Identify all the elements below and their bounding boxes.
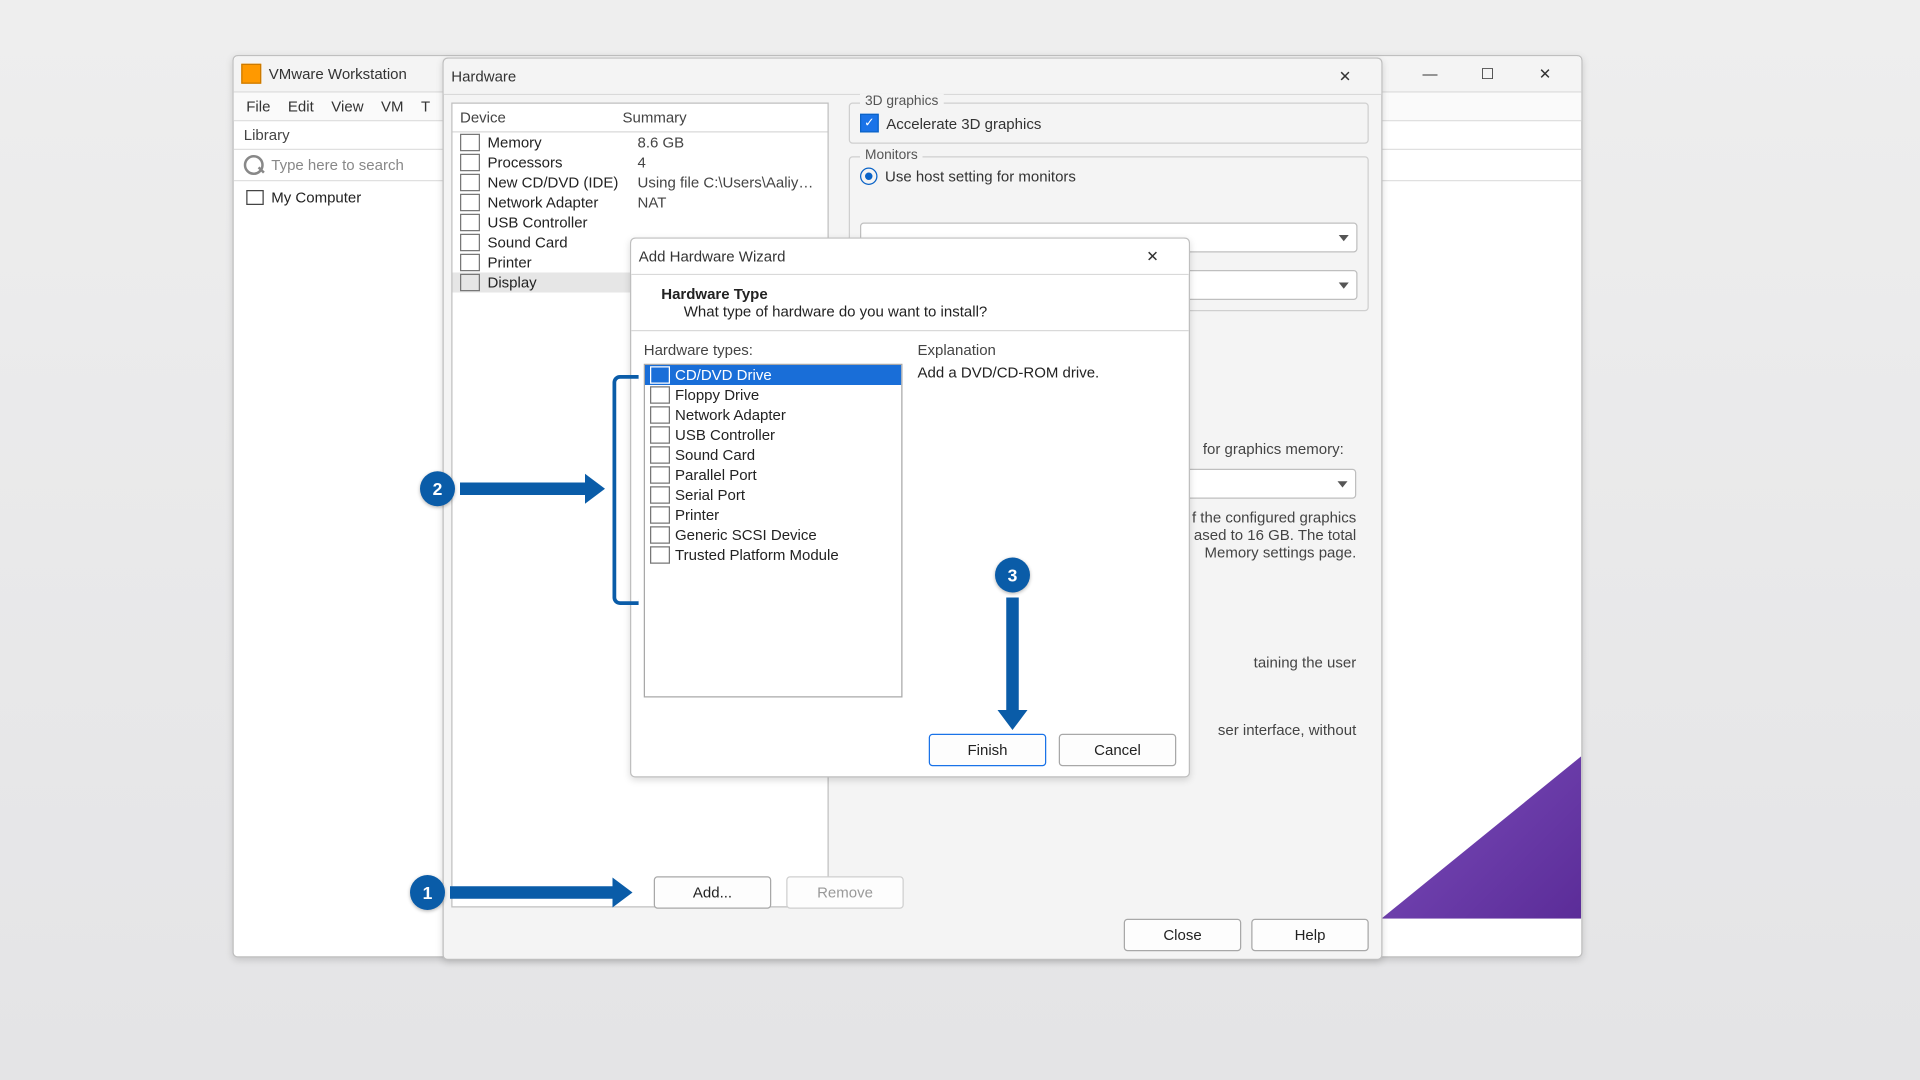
hw-type-icon — [650, 486, 670, 504]
hardware-type-item[interactable]: Printer — [645, 505, 901, 525]
device-row[interactable]: USB Controller — [453, 213, 828, 233]
device-list-header: Device Summary — [453, 104, 828, 133]
radio-icon — [860, 168, 878, 186]
hardware-type-item[interactable]: Sound Card — [645, 445, 901, 465]
hw-type-icon — [650, 546, 670, 564]
finish-button[interactable]: Finish — [929, 734, 1047, 767]
hardware-type-item[interactable]: CD/DVD Drive — [645, 365, 901, 385]
wizard-header: Hardware Type What type of hardware do y… — [631, 275, 1189, 331]
remove-button[interactable]: Remove — [786, 876, 904, 909]
vmware-icon — [241, 64, 261, 84]
vmware-title: VMware Workstation — [269, 65, 407, 83]
explanation-text: Add a DVD/CD-ROM drive. — [918, 364, 1177, 382]
callout-3: 3 — [995, 558, 1030, 593]
add-button[interactable]: Add... — [654, 876, 772, 909]
device-row[interactable]: Memory8.6 GB — [453, 133, 828, 153]
hw-type-icon — [650, 426, 670, 444]
hardware-type-item[interactable]: Generic SCSI Device — [645, 525, 901, 545]
wizard-close-icon[interactable]: ✕ — [1124, 239, 1182, 274]
help-button[interactable]: Help — [1251, 919, 1369, 952]
hw-type-icon — [650, 506, 670, 524]
wizard-title: Add Hardware Wizard — [639, 248, 786, 266]
menu-view[interactable]: View — [331, 98, 363, 116]
chevron-down-icon — [1339, 234, 1349, 240]
checkbox-accelerate-3d[interactable]: ✓ Accelerate 3D graphics — [860, 114, 1358, 133]
menu-trunc[interactable]: T — [421, 98, 430, 116]
device-icon — [460, 134, 480, 152]
close-button[interactable]: Close — [1124, 919, 1242, 952]
hw-type-icon — [650, 466, 670, 484]
hardware-close-icon[interactable]: ✕ — [1316, 59, 1374, 94]
hardware-titlebar: Hardware ✕ — [444, 59, 1382, 95]
note-fragment-2: ased to 16 GB. The total — [1194, 526, 1356, 544]
computer-icon — [246, 190, 264, 205]
device-icon — [460, 194, 480, 212]
bracket-2 — [613, 375, 639, 605]
note-fragment-3: Memory settings page. — [1205, 544, 1357, 562]
note-fragment-5: ser interface, without — [1218, 721, 1356, 739]
radio-use-host-monitors[interactable]: Use host setting for monitors — [860, 168, 1358, 186]
menu-edit[interactable]: Edit — [288, 98, 314, 116]
callout-2: 2 — [420, 471, 455, 506]
note-fragment-1: f the configured graphics — [1192, 509, 1356, 527]
device-icon — [460, 234, 480, 252]
device-row[interactable]: Network AdapterNAT — [453, 193, 828, 213]
hw-type-icon — [650, 366, 670, 384]
search-placeholder: Type here to search — [271, 156, 404, 174]
callout-1: 1 — [410, 875, 445, 910]
hardware-types-list[interactable]: CD/DVD DriveFloppy DriveNetwork AdapterU… — [644, 364, 903, 698]
minimize-button[interactable]: ― — [1401, 56, 1459, 91]
note-fragment-4: taining the user — [1254, 654, 1357, 672]
combo-graphics-memory[interactable] — [1176, 469, 1356, 499]
device-icon — [460, 214, 480, 232]
hardware-type-item[interactable]: USB Controller — [645, 425, 901, 445]
checkbox-icon: ✓ — [860, 114, 879, 133]
cancel-button[interactable]: Cancel — [1059, 734, 1177, 767]
hardware-type-item[interactable]: Floppy Drive — [645, 385, 901, 405]
hardware-title: Hardware — [451, 68, 516, 86]
close-button[interactable]: ✕ — [1516, 56, 1574, 91]
device-row[interactable]: New CD/DVD (IDE)Using file C:\Users\Aali… — [453, 173, 828, 193]
label-graphics-memory: for graphics memory: — [1203, 440, 1344, 458]
arrow-1 — [450, 886, 613, 899]
group-3d-graphics: 3D graphics ✓ Accelerate 3D graphics — [849, 103, 1369, 144]
hw-type-icon — [650, 526, 670, 544]
menu-file[interactable]: File — [246, 98, 270, 116]
chevron-down-icon — [1338, 481, 1348, 487]
device-icon — [460, 154, 480, 172]
arrow-3 — [1006, 598, 1019, 711]
explanation-label: Explanation — [918, 341, 1177, 359]
hardware-type-item[interactable]: Parallel Port — [645, 465, 901, 485]
wizard-titlebar: Add Hardware Wizard ✕ — [631, 239, 1189, 275]
hardware-type-item[interactable]: Serial Port — [645, 485, 901, 505]
add-hardware-wizard: Add Hardware Wizard ✕ Hardware Type What… — [630, 238, 1190, 778]
arrow-2 — [460, 483, 585, 496]
chevron-down-icon — [1339, 282, 1349, 288]
search-icon — [244, 155, 264, 175]
hw-type-icon — [650, 406, 670, 424]
device-icon — [460, 254, 480, 272]
hw-type-icon — [650, 446, 670, 464]
hardware-type-item[interactable]: Trusted Platform Module — [645, 545, 901, 565]
menu-vm[interactable]: VM — [381, 98, 404, 116]
maximize-button[interactable]: ☐ — [1459, 56, 1517, 91]
hardware-types-label: Hardware types: — [644, 341, 903, 359]
brand-accent — [1381, 756, 1581, 919]
hardware-type-item[interactable]: Network Adapter — [645, 405, 901, 425]
hw-type-icon — [650, 386, 670, 404]
device-icon — [460, 174, 480, 192]
device-icon — [460, 274, 480, 292]
device-row[interactable]: Processors4 — [453, 153, 828, 173]
